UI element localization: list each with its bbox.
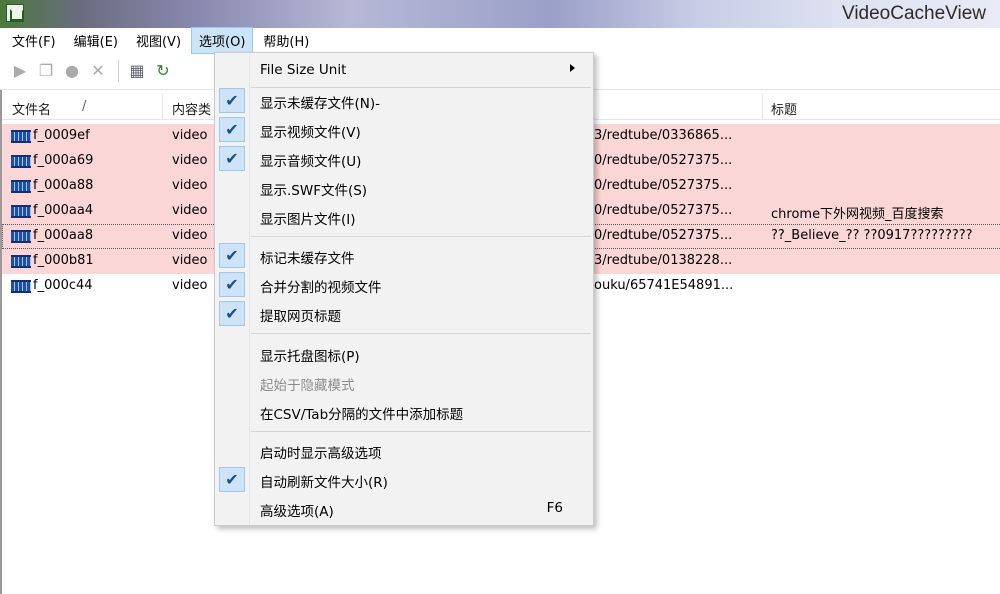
menu-item-label: 在CSV/Tab分隔的文件中添加标题 [260,407,464,423]
checkmark-icon: ✔ [219,88,245,113]
menu-edit[interactable]: 编辑(E) [66,27,126,54]
menu-item-label: 高级选项(A) [260,504,334,520]
menu-item-show-advanced-on-start[interactable]: 启动时显示高级选项 [215,436,593,465]
menu-item-label: 显示托盘图标(P) [260,349,360,365]
checkmark-icon: ✔ [219,146,245,171]
checkmark-icon: ✔ [219,301,245,326]
menu-options[interactable]: 选项(O) [191,26,254,54]
cell-filename: f_000c44 [33,278,93,293]
cell-content-type: video [172,253,208,268]
menu-item-label: 提取网页标题 [260,309,341,325]
checkmark-icon: ✔ [219,272,245,297]
cell-content-type: video [172,228,208,243]
play-icon[interactable]: ▶ [8,59,32,83]
menu-item-show-audio[interactable]: ✔ 显示音频文件(U) [215,144,593,173]
menu-view[interactable]: 视图(V) [128,27,189,54]
menu-item-show-images[interactable]: 显示图片文件(I) [215,202,593,231]
menu-item-label: File Size Unit [260,62,347,78]
menu-item-csv-header[interactable]: 在CSV/Tab分隔的文件中添加标题 [215,397,593,426]
menu-item-show-uncached[interactable]: ✔ 显示未缓存文件(N)- [215,86,593,115]
menu-item-merge-video[interactable]: ✔ 合并分割的视频文件 [215,270,593,299]
video-file-icon [11,255,31,268]
title-bar: VideoCacheView [0,0,1000,28]
copy-icon[interactable]: ❐ [34,59,58,83]
save-icon[interactable]: ▦ [125,59,149,83]
menu-item-label: 显示未缓存文件(N)- [260,96,381,112]
cell-filename: f_000a88 [33,178,94,193]
menu-item-mark-uncached[interactable]: ✔ 标记未缓存文件 [215,241,593,270]
menu-item-file-size-unit[interactable]: File Size Unit [215,56,593,85]
menu-item-shortcut: F6 [546,500,563,516]
menu-item-label: 显示图片文件(I) [260,212,356,228]
cell-url: 3/redtube/0138228... [594,253,733,268]
window-title: VideoCacheView [841,3,986,24]
column-divider[interactable] [762,94,763,120]
menu-item-label: 自动刷新文件大小(R) [260,475,388,491]
cell-title: chrome下外网视频_百度搜索 [771,207,944,222]
menu-separator [251,333,591,334]
menu-separator [251,236,591,237]
video-file-icon [11,205,31,218]
menu-item-label: 标记未缓存文件 [260,251,355,267]
menu-file[interactable]: 文件(F) [4,27,64,54]
submenu-arrow-icon [570,64,575,72]
menu-bar: 文件(F) 编辑(E) 视图(V) 选项(O) 帮助(H) [0,26,1000,54]
menu-item-start-hidden: 起始于隐藏模式 [215,368,593,397]
checkmark-icon: ✔ [219,117,245,142]
menu-item-label: 启动时显示高级选项 [260,446,382,462]
cell-title: ??_Believe_?? ??0917????????? [771,228,973,243]
menu-separator [251,431,591,432]
cell-filename: f_000b81 [33,253,94,268]
menu-item-label: 起始于隐藏模式 [260,378,355,394]
cell-filename: f_000aa8 [33,228,94,243]
cell-url: 0/redtube/0527375... [594,178,733,193]
app-icon[interactable] [6,4,24,22]
cell-filename: f_000aa4 [33,203,94,218]
column-divider[interactable] [162,94,163,120]
menu-item-show-swf[interactable]: 显示.SWF文件(S) [215,173,593,202]
cell-url: 0/redtube/0527375... [594,228,733,243]
cell-url: 0/redtube/0527375... [594,203,733,218]
menu-item-label: 显示视频文件(V) [260,125,361,141]
video-file-icon [11,155,31,168]
video-file-icon [11,280,31,293]
sort-indicator: / [82,99,87,114]
menu-item-tray-icon[interactable]: 显示托盘图标(P) [215,339,593,368]
record-icon[interactable]: ● [60,59,84,83]
column-header-content-type[interactable]: 内容类 [172,99,211,118]
video-file-icon [11,230,31,243]
cell-content-type: video [172,203,208,218]
cell-url: 3/redtube/0336865... [594,128,733,143]
checkmark-icon: ✔ [219,243,245,268]
menu-help[interactable]: 帮助(H) [255,27,317,54]
cell-url: 0/redtube/0527375... [594,153,733,168]
menu-item-advanced-options[interactable]: 高级选项(A) F6 [215,494,593,523]
cell-content-type: video [172,128,208,143]
toolbar-separator [118,59,119,82]
cell-filename: f_0009ef [33,128,90,143]
close-icon[interactable]: ✕ [86,59,110,83]
cell-filename: f_000a69 [33,153,94,168]
menu-item-show-video[interactable]: ✔ 显示视频文件(V) [215,115,593,144]
menu-item-label: 合并分割的视频文件 [260,280,382,296]
column-header-filename[interactable]: 文件名 [12,99,51,118]
options-dropdown-menu: File Size Unit ✔ 显示未缓存文件(N)- ✔ 显示视频文件(V)… [214,52,594,526]
cell-content-type: video [172,178,208,193]
menu-item-label: 显示音频文件(U) [260,154,362,170]
menu-item-auto-refresh-size[interactable]: ✔ 自动刷新文件大小(R) [215,465,593,494]
cell-url: ouku/65741E54891... [594,278,734,293]
cell-content-type: video [172,278,208,293]
menu-item-extract-title[interactable]: ✔ 提取网页标题 [215,299,593,328]
column-header-title[interactable]: 标题 [771,99,797,118]
video-file-icon [11,180,31,193]
video-file-icon [11,130,31,143]
menu-item-label: 显示.SWF文件(S) [260,183,368,199]
refresh-icon[interactable]: ↻ [151,59,175,83]
checkmark-icon: ✔ [219,467,245,492]
cell-content-type: video [172,153,208,168]
